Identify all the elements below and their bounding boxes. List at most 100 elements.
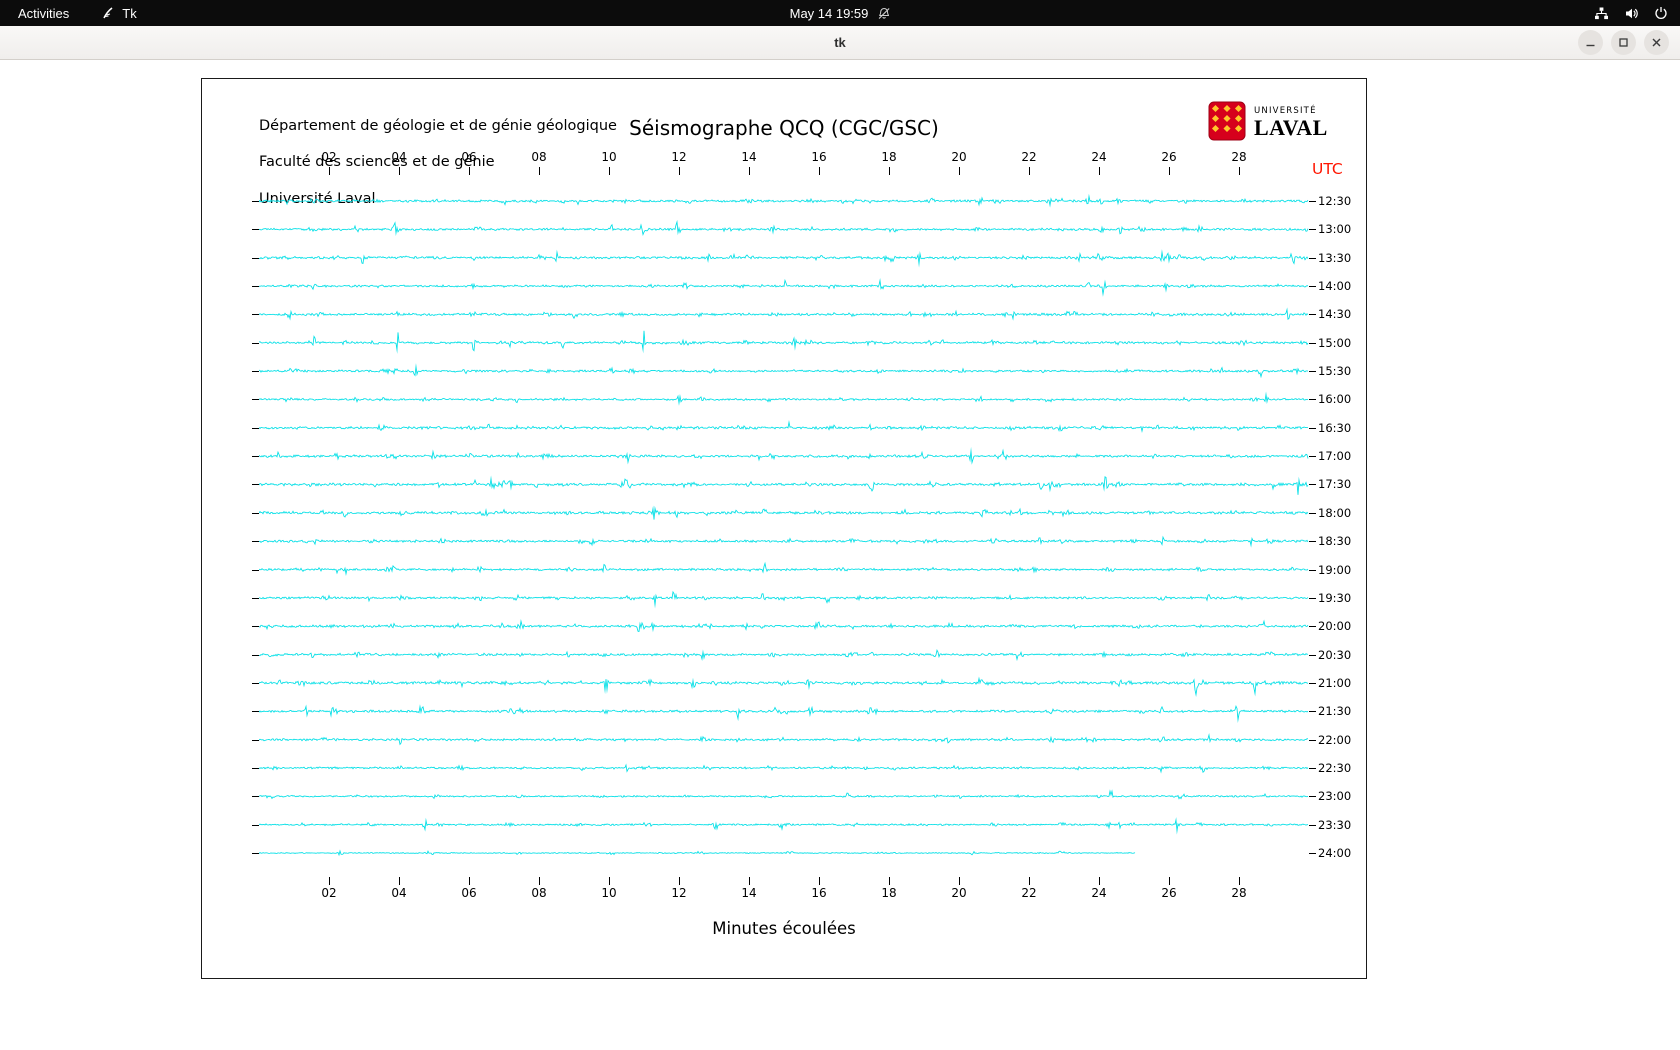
row-time-label: 22:30 — [1318, 760, 1352, 775]
notifications-muted-icon — [877, 7, 890, 20]
x-tick-label-bottom: 16 — [811, 886, 827, 900]
window-titlebar[interactable]: tk — [0, 26, 1680, 60]
x-tick-label-top: 06 — [461, 150, 477, 164]
x-tick-mark-bottom — [1169, 877, 1170, 885]
row-tick-left — [252, 739, 259, 741]
x-tick-label-bottom: 04 — [391, 886, 407, 900]
close-button[interactable] — [1644, 30, 1669, 55]
x-tick-label-top: 04 — [391, 150, 407, 164]
row-time-label: 23:30 — [1318, 817, 1352, 832]
x-tick-label-bottom: 10 — [601, 886, 617, 900]
page-title: Séismographe QCQ (CGC/GSC) — [629, 116, 939, 140]
row-tick-left — [252, 201, 259, 202]
x-tick-mark-top — [609, 167, 610, 175]
row-tick-right — [1309, 767, 1316, 769]
row-tick-right — [1309, 342, 1316, 344]
x-tick-mark-bottom — [1029, 877, 1030, 885]
row-tick-right — [1309, 824, 1316, 826]
x-tick-label-bottom: 14 — [741, 886, 757, 900]
x-tick-mark-bottom — [1099, 877, 1100, 885]
logo-big-text: LAVAL — [1254, 115, 1328, 141]
row-tick-right — [1309, 569, 1316, 571]
row-tick-right — [1309, 286, 1316, 288]
top-bar: Activities Tk May 14 19:59 — [0, 0, 1680, 26]
row-tick-right — [1309, 456, 1316, 458]
row-tick-left — [252, 541, 259, 543]
row-tick-right — [1309, 597, 1316, 599]
x-tick-mark-top — [399, 167, 400, 175]
clock-menu[interactable]: May 14 19:59 — [790, 6, 891, 21]
x-tick-label-bottom: 20 — [951, 886, 967, 900]
row-tick-right — [1309, 399, 1316, 401]
row-tick-left — [252, 399, 259, 401]
row-time-label: 17:30 — [1318, 477, 1352, 492]
row-time-label: 21:30 — [1318, 704, 1352, 719]
x-tick-label-top: 18 — [881, 150, 897, 164]
x-tick-mark-bottom — [679, 877, 680, 885]
system-status-menu[interactable] — [1594, 0, 1668, 26]
row-tick-right — [1309, 739, 1316, 741]
x-tick-mark-top — [819, 167, 820, 175]
row-time-label: 23:00 — [1318, 789, 1352, 804]
x-tick-label-top: 28 — [1231, 150, 1247, 164]
row-tick-left — [252, 286, 259, 288]
x-tick-mark-top — [329, 167, 330, 175]
x-tick-label-top: 16 — [811, 150, 827, 164]
x-tick-label-top: 02 — [321, 150, 337, 164]
row-tick-left — [252, 767, 259, 769]
maximize-button[interactable] — [1611, 30, 1636, 55]
x-tick-mark-top — [1239, 167, 1240, 175]
window-content: Département de géologie et de génie géol… — [0, 60, 1680, 1050]
x-tick-mark-bottom — [1239, 877, 1240, 885]
x-tick-mark-bottom — [889, 877, 890, 885]
x-axis-title: Minutes écoulées — [712, 919, 856, 938]
row-time-label: 18:00 — [1318, 505, 1352, 520]
row-tick-left — [252, 569, 259, 571]
x-tick-label-bottom: 06 — [461, 886, 477, 900]
x-tick-label-top: 14 — [741, 150, 757, 164]
x-tick-label-bottom: 26 — [1161, 886, 1177, 900]
row-tick-left — [252, 427, 259, 429]
row-tick-right — [1309, 257, 1316, 259]
laval-crest-icon — [1208, 101, 1246, 145]
clock-label: May 14 19:59 — [789, 5, 869, 21]
power-icon — [1654, 6, 1668, 20]
row-time-label: 18:30 — [1318, 534, 1352, 549]
universite-laval-logo: UNIVERSITÉ LAVAL — [1208, 101, 1328, 145]
x-tick-label-top: 22 — [1021, 150, 1037, 164]
row-tick-left — [252, 314, 259, 316]
row-time-label: 13:30 — [1318, 250, 1352, 265]
row-time-label: 12:30 — [1318, 194, 1352, 208]
x-tick-mark-top — [959, 167, 960, 175]
row-time-label: 17:00 — [1318, 449, 1352, 464]
x-tick-mark-bottom — [399, 877, 400, 885]
row-time-label: 16:00 — [1318, 392, 1352, 407]
x-tick-label-top: 24 — [1091, 150, 1107, 164]
x-tick-mark-top — [1029, 167, 1030, 175]
row-tick-right — [1309, 853, 1316, 854]
x-tick-mark-bottom — [469, 877, 470, 885]
x-tick-label-top: 08 — [531, 150, 547, 164]
activities-button[interactable]: Activities — [12, 4, 75, 23]
x-tick-label-bottom: 18 — [881, 886, 897, 900]
row-time-label: 21:00 — [1318, 675, 1352, 690]
focused-app-menu[interactable]: Tk — [101, 6, 137, 21]
x-tick-label-bottom: 12 — [671, 886, 687, 900]
x-tick-mark-top — [749, 167, 750, 175]
row-tick-right — [1309, 484, 1316, 486]
x-tick-label-bottom: 28 — [1231, 886, 1247, 900]
x-tick-label-bottom: 22 — [1021, 886, 1037, 900]
row-tick-right — [1309, 427, 1316, 429]
x-tick-label-top: 20 — [951, 150, 967, 164]
row-time-label: 15:30 — [1318, 364, 1352, 379]
x-tick-mark-bottom — [819, 877, 820, 885]
row-tick-left — [252, 342, 259, 344]
minimize-button[interactable] — [1578, 30, 1603, 55]
x-tick-mark-bottom — [329, 877, 330, 885]
x-tick-mark-top — [889, 167, 890, 175]
row-tick-right — [1309, 711, 1316, 713]
row-time-label: 13:00 — [1318, 222, 1352, 237]
row-tick-right — [1309, 682, 1316, 684]
row-tick-right — [1309, 626, 1316, 628]
x-tick-label-bottom: 02 — [321, 886, 337, 900]
